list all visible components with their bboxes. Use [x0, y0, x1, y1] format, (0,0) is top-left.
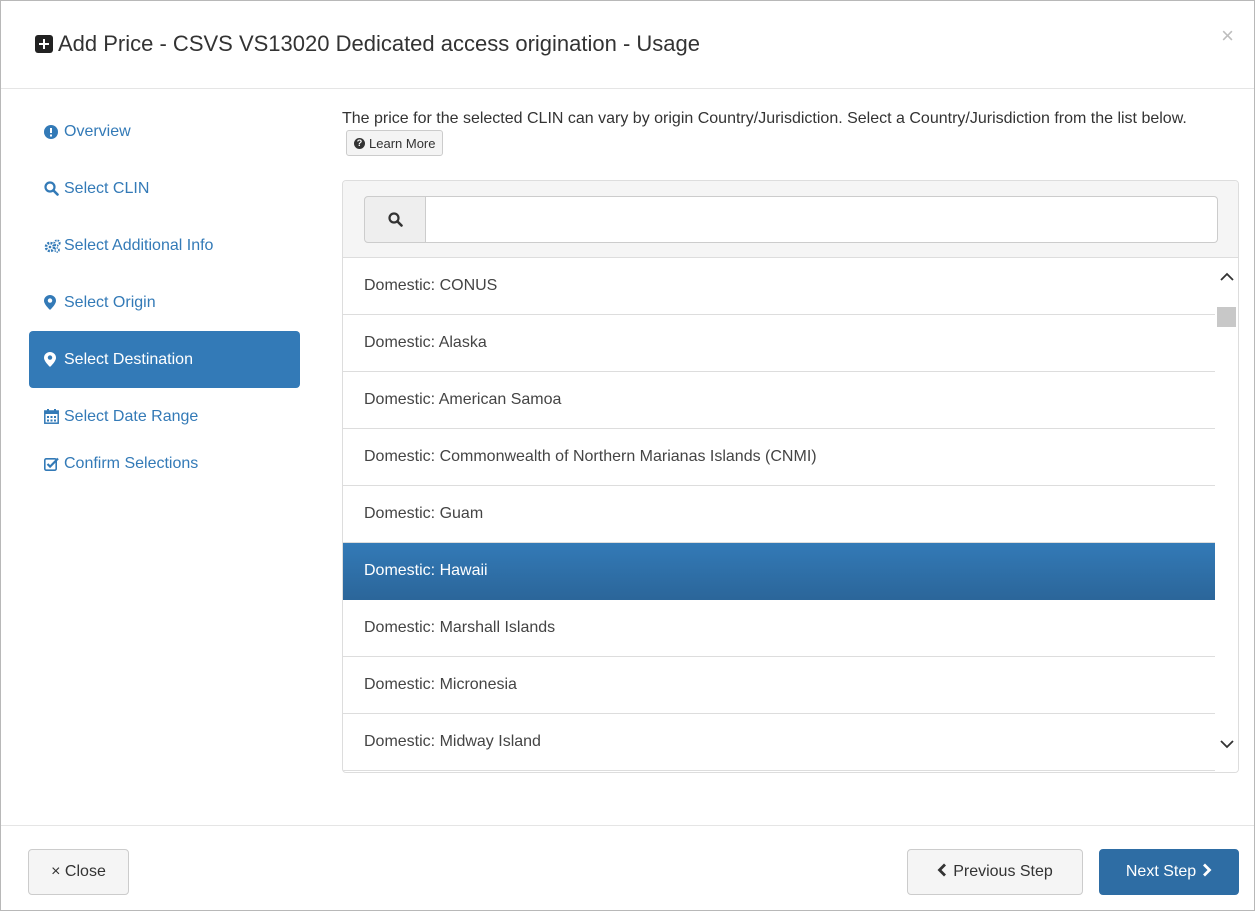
list-item[interactable]: Domestic: Midway Island: [343, 714, 1215, 771]
list-scrollbar[interactable]: [1215, 258, 1238, 772]
step-select-additional-info[interactable]: Select Additional Info: [29, 217, 300, 274]
check-square-icon: [44, 457, 64, 471]
search-input[interactable]: [426, 196, 1218, 243]
modal-title-text: Add Price - CSVS VS13020 Dedicated acces…: [58, 31, 701, 56]
step-label: Select Date Range: [64, 407, 199, 425]
modal-title: Add Price - CSVS VS13020 Dedicated acces…: [35, 31, 700, 57]
step-label: Overview: [64, 122, 131, 140]
search-bar: [343, 181, 1238, 258]
list-item[interactable]: Domestic: Marshall Islands: [343, 600, 1215, 657]
destination-list-panel: Domestic: CONUS Domestic: Alaska Domesti…: [342, 180, 1239, 773]
step-confirm-selections[interactable]: Confirm Selections: [29, 435, 300, 492]
close-icon[interactable]: ×: [1221, 25, 1234, 47]
step-label: Select Origin: [64, 293, 156, 311]
info-circle-icon: [44, 124, 64, 139]
previous-step-button[interactable]: Previous Step: [907, 849, 1083, 895]
search-icon: [44, 181, 64, 196]
step-select-origin[interactable]: Select Origin: [29, 274, 300, 331]
modal-header: Add Price - CSVS VS13020 Dedicated acces…: [1, 1, 1254, 89]
step-select-destination[interactable]: Select Destination: [29, 331, 300, 388]
step-label: Select Additional Info: [64, 236, 214, 254]
plus-square-icon: [35, 35, 53, 53]
chevron-down-icon[interactable]: [1218, 735, 1236, 753]
chevron-right-icon: [1202, 863, 1212, 882]
list-item[interactable]: Domestic: American Samoa: [343, 372, 1215, 429]
next-step-button[interactable]: Next Step: [1099, 849, 1239, 895]
step-overview[interactable]: Overview: [29, 103, 300, 160]
calendar-icon: [44, 409, 64, 424]
scroll-thumb[interactable]: [1217, 307, 1236, 327]
description-text: The price for the selected CLIN can vary…: [342, 110, 1187, 127]
list-item[interactable]: Domestic: Commonwealth of Northern Maria…: [343, 429, 1215, 486]
list-item-selected[interactable]: Domestic: Hawaii: [343, 543, 1215, 600]
search-icon: [364, 196, 426, 243]
wizard-steps-nav: Overview Select CLIN Select Additional I…: [29, 103, 300, 492]
close-button[interactable]: × Close: [28, 849, 129, 895]
learn-more-label: Learn More: [369, 135, 436, 151]
search-input-group: [364, 196, 1218, 243]
previous-step-label: Previous Step: [953, 863, 1053, 880]
learn-more-button[interactable]: ? Learn More: [346, 130, 444, 156]
question-circle-icon: ?: [354, 137, 365, 149]
list-item[interactable]: Domestic: Alaska: [343, 315, 1215, 372]
modal-footer: × Close Previous Step Next Step: [1, 825, 1254, 911]
gears-icon: [44, 238, 64, 253]
list-item[interactable]: Domestic: Micronesia: [343, 657, 1215, 714]
chevron-left-icon: [937, 863, 947, 882]
step-select-clin[interactable]: Select CLIN: [29, 160, 300, 217]
destination-list: Domestic: CONUS Domestic: Alaska Domesti…: [343, 258, 1215, 771]
step-description: The price for the selected CLIN can vary…: [342, 107, 1222, 156]
step-label: Confirm Selections: [64, 454, 199, 472]
list-item[interactable]: Domestic: CONUS: [343, 258, 1215, 315]
map-marker-icon: [44, 295, 64, 310]
next-step-label: Next Step: [1125, 863, 1197, 880]
map-marker-icon: [44, 352, 64, 367]
chevron-up-icon[interactable]: [1218, 268, 1236, 286]
step-label: Select CLIN: [64, 179, 150, 197]
add-price-modal: Add Price - CSVS VS13020 Dedicated acces…: [0, 0, 1255, 911]
list-item[interactable]: Domestic: Guam: [343, 486, 1215, 543]
step-label: Select Destination: [64, 350, 193, 368]
